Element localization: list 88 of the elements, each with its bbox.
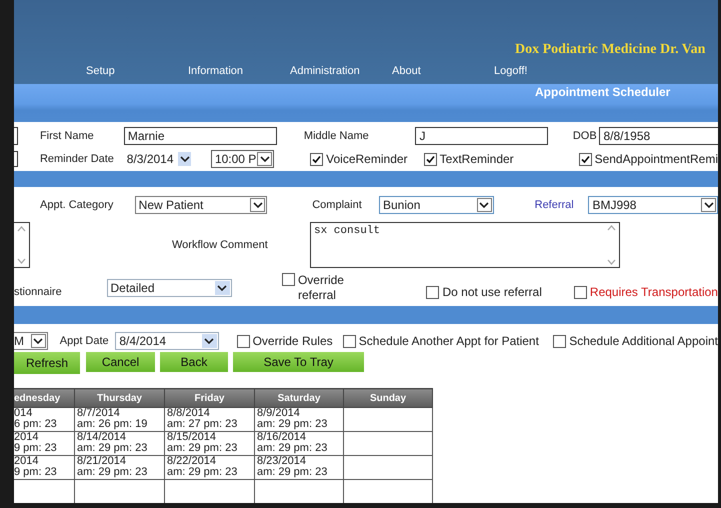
category-dropdown[interactable]: New Patient — [134, 196, 268, 214]
date-text: 8/15/2014 — [167, 432, 217, 443]
slot-count: 9 pm: 23 — [14, 467, 58, 478]
checkbox-label: Requires Transportation — [590, 285, 718, 299]
caret-icon — [217, 284, 228, 292]
questionnaire-dropdown[interactable]: Detailed — [106, 279, 232, 297]
checkbox-label: Schedule Another Appt for Patient — [358, 334, 539, 348]
complaint-dropdown[interactable]: Bunion — [379, 196, 494, 214]
caret-icon — [180, 155, 190, 163]
date-text: 8/8/2014 — [167, 408, 211, 419]
checkbox-label: Schedule Additional Appoint — [569, 334, 718, 348]
action-button[interactable]: Save To Tray — [233, 352, 364, 372]
dob-field[interactable]: 8/8/1958 — [599, 126, 718, 144]
slot-count: am: 29 pm: 23 — [167, 443, 238, 454]
field-label: DOB — [572, 130, 598, 142]
caret-icon — [252, 200, 263, 208]
slot-count: am: 29 pm: 23 — [167, 467, 238, 478]
menu-item[interactable]: Logoff! — [494, 65, 596, 77]
slot-count: am: 29 pm: 23 — [77, 443, 148, 454]
slot-count: am: 29 pm: 23 — [257, 467, 328, 478]
slot-count: am: 26 pm: 19 — [77, 419, 148, 430]
field-label: Middle Name — [304, 130, 370, 142]
caret-icon — [260, 155, 270, 163]
date-text: 8/23/2014 — [257, 456, 307, 467]
practice-title: Dox Podiatric Medicine Dr. Van — [514, 41, 706, 59]
field-label: Complaint — [312, 198, 363, 210]
field-label: Appt. Category — [40, 198, 114, 210]
date-text: 8/21/2014 — [77, 456, 127, 467]
checkbox[interactable] — [426, 286, 440, 298]
column-header: Thursday — [74, 388, 164, 408]
caret-icon — [479, 200, 490, 208]
menu-item[interactable]: Information — [188, 65, 290, 77]
column-header: Saturday — [254, 388, 344, 408]
slot-count: am: 29 pm: 23 — [77, 467, 148, 478]
slot-count: am: 29 pm: 23 — [257, 419, 328, 430]
caret-icon — [704, 200, 714, 208]
date-text: 8/7/2014 — [77, 408, 121, 419]
field-label: Appt Date — [60, 335, 110, 347]
menu-item[interactable]: Administration — [290, 65, 392, 77]
first-name-field[interactable]: Marnie — [124, 126, 277, 144]
slot-count: 9 pm: 23 — [14, 443, 58, 454]
field-label: Workflow Comment — [172, 239, 269, 251]
time-dropdown[interactable]: 10:00 P — [210, 150, 274, 168]
date-text: 8/22/2014 — [167, 456, 217, 467]
checkbox-label: Override referral — [298, 273, 345, 303]
action-button[interactable]: Back — [160, 352, 228, 372]
field-label: First Name — [40, 130, 95, 142]
date-text: 014 — [14, 408, 34, 419]
slot-count: am: 29 pm: 23 — [257, 443, 328, 454]
period-dropdown[interactable]: M — [14, 332, 48, 350]
checkbox[interactable] — [424, 152, 437, 166]
checkbox-label: TextReminder — [440, 152, 514, 166]
date-text: 2014 — [14, 456, 40, 467]
action-button[interactable]: Refresh — [14, 352, 80, 374]
field-label: Reminder Date — [40, 153, 115, 165]
caret-icon — [204, 337, 214, 345]
referral-dropdown[interactable]: BMJ998 — [588, 196, 718, 214]
checkbox[interactable] — [282, 273, 295, 286]
action-button[interactable]: Cancel — [86, 352, 155, 372]
checkbox-label: Do not use referral — [442, 285, 542, 299]
dropdown-button[interactable] — [178, 152, 191, 166]
checkbox[interactable] — [553, 334, 566, 348]
checkbox-label: SendAppointmentRemi — [594, 152, 718, 166]
menu-item[interactable]: Setup — [86, 65, 188, 77]
checkbox[interactable] — [342, 334, 356, 348]
checkbox[interactable] — [574, 286, 587, 298]
checkbox[interactable] — [310, 152, 324, 166]
checkbox[interactable] — [236, 334, 250, 348]
appt-date-dropdown[interactable]: 8/4/2014 — [115, 332, 219, 350]
slot-count: 6 pm: 23 — [14, 419, 58, 430]
date-text: 8/9/2014 — [257, 408, 301, 419]
referral-link[interactable]: Referral — [534, 198, 588, 210]
checkbox[interactable] — [578, 152, 592, 166]
checkbox-label: Override Rules — [252, 334, 333, 348]
checkbox-label: VoiceReminder — [326, 152, 408, 166]
middle-name-field[interactable]: J — [415, 126, 548, 144]
date-text: 8/16/2014 — [257, 432, 307, 443]
slot-count: am: 27 pm: 23 — [167, 419, 238, 430]
reminder-date: 8/3/2014 — [126, 152, 175, 166]
field-label: stionnaire — [14, 286, 63, 298]
menu-item[interactable]: About — [392, 65, 494, 77]
page-title: Appointment Scheduler — [535, 85, 670, 99]
date-text: 8/14/2014 — [77, 432, 127, 443]
column-header: Sunday — [344, 388, 432, 408]
date-text: 2014 — [14, 432, 40, 443]
column-header: ednesday — [14, 388, 74, 408]
column-header: Friday — [164, 388, 254, 408]
caret-icon — [33, 337, 44, 345]
